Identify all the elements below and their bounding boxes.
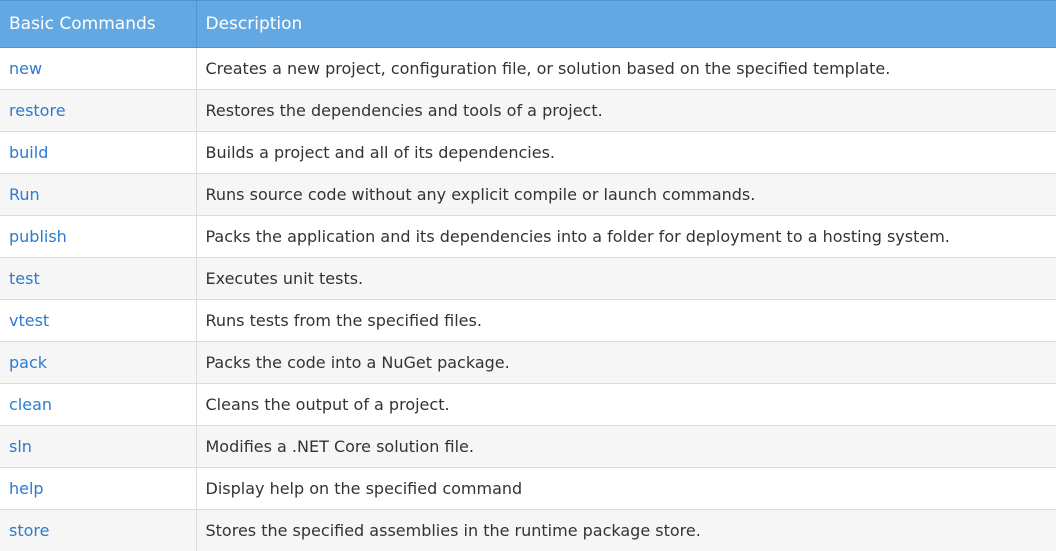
command-description: Runs source code without any explicit co… [196, 173, 1056, 216]
command-link[interactable]: vtest [0, 299, 197, 342]
table-row: pack Packs the code into a NuGet package… [0, 341, 1056, 384]
table-row: clean Cleans the output of a project. [0, 383, 1056, 426]
command-link[interactable]: clean [0, 383, 197, 426]
command-link[interactable]: test [0, 257, 197, 300]
command-description: Packs the application and its dependenci… [196, 215, 1056, 258]
command-description: Builds a project and all of its dependen… [196, 131, 1056, 174]
table-row: test Executes unit tests. [0, 257, 1056, 300]
command-link[interactable]: restore [0, 89, 197, 132]
command-link[interactable]: help [0, 467, 197, 510]
table-header: Basic Commands Description [0, 0, 1056, 48]
table-row: store Stores the specified assemblies in… [0, 509, 1056, 551]
command-link[interactable]: sln [0, 425, 197, 468]
command-description: Stores the specified assemblies in the r… [196, 509, 1056, 551]
command-link[interactable]: build [0, 131, 197, 174]
command-link[interactable]: Run [0, 173, 197, 216]
command-link[interactable]: pack [0, 341, 197, 384]
table-row: help Display help on the specified comma… [0, 467, 1056, 510]
command-link[interactable]: publish [0, 215, 197, 258]
command-link[interactable]: new [0, 47, 197, 90]
table-row: Run Runs source code without any explici… [0, 173, 1056, 216]
commands-table: Basic Commands Description new Creates a… [0, 0, 1056, 551]
table-row: publish Packs the application and its de… [0, 215, 1056, 258]
command-description: Display help on the specified command [196, 467, 1056, 510]
command-description: Executes unit tests. [196, 257, 1056, 300]
header-row: Basic Commands Description [0, 0, 1056, 48]
table-row: build Builds a project and all of its de… [0, 131, 1056, 174]
table-row: restore Restores the dependencies and to… [0, 89, 1056, 132]
table-row: vtest Runs tests from the specified file… [0, 299, 1056, 342]
header-basic-commands: Basic Commands [0, 0, 197, 48]
header-description: Description [195, 0, 1056, 48]
command-description: Cleans the output of a project. [196, 383, 1056, 426]
command-link[interactable]: store [0, 509, 197, 551]
table-body: new Creates a new project, configuration… [0, 47, 1056, 551]
table-row: new Creates a new project, configuration… [0, 47, 1056, 90]
command-description: Packs the code into a NuGet package. [196, 341, 1056, 384]
command-description: Modifies a .NET Core solution file. [196, 425, 1056, 468]
table-row: sln Modifies a .NET Core solution file. [0, 425, 1056, 468]
command-description: Runs tests from the specified files. [196, 299, 1056, 342]
command-description: Creates a new project, configuration fil… [196, 47, 1056, 90]
command-description: Restores the dependencies and tools of a… [196, 89, 1056, 132]
